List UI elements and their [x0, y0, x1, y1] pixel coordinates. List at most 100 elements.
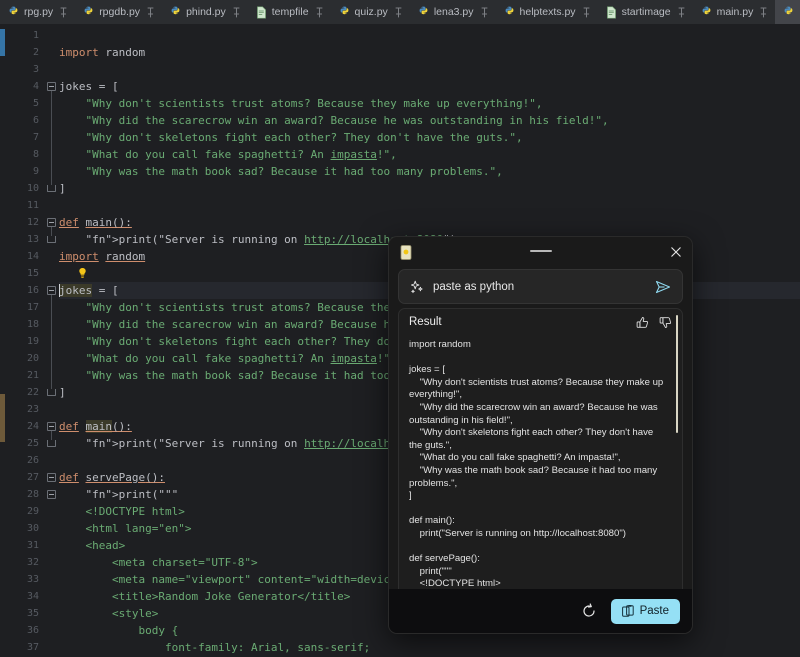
- fold-region-line: [51, 227, 52, 236]
- line-number: 16: [5, 282, 39, 299]
- fold-toggle-icon[interactable]: [47, 286, 56, 295]
- code-line[interactable]: import random: [59, 248, 145, 265]
- code-line[interactable]: ]: [59, 384, 66, 401]
- code-line[interactable]: "Why did the scarecrow win an award? Bec…: [59, 112, 609, 129]
- pin-icon[interactable]: [59, 7, 68, 18]
- fold-toggle-icon[interactable]: [47, 422, 56, 431]
- popup-title-bar[interactable]: [389, 237, 692, 267]
- result-scrollbar[interactable]: [676, 315, 678, 433]
- editor-tab-bar: rpg.pyrpgdb.pyphind.py tempfile quiz.pylen…: [0, 0, 800, 25]
- code-line[interactable]: "What do you call fake spaghetti? An imp…: [59, 146, 397, 163]
- thumbs-down-icon[interactable]: [659, 316, 672, 329]
- pin-icon[interactable]: [394, 7, 403, 18]
- code-line[interactable]: "Why don't scientists trust atoms? Becau…: [59, 95, 542, 112]
- code-line[interactable]: <html lang="en">: [59, 520, 191, 537]
- advanced-paste-popup[interactable]: paste as python Result import random jok…: [388, 236, 693, 634]
- line-number: 23: [5, 401, 39, 418]
- fold-toggle-icon[interactable]: [47, 473, 56, 482]
- editor-tab-label: startimage: [622, 0, 671, 24]
- line-number: 12: [5, 214, 39, 231]
- code-line[interactable]: <title>Random Joke Generator</title>: [59, 588, 350, 605]
- line-number: 35: [5, 605, 39, 622]
- code-line[interactable]: jokes = [: [59, 78, 119, 95]
- result-body-text: import random jokes = [ "Why don't scien…: [399, 335, 682, 597]
- pin-icon[interactable]: [146, 7, 155, 18]
- code-line[interactable]: font-family: Arial, sans-serif;: [59, 639, 370, 656]
- pin-icon[interactable]: [759, 7, 768, 18]
- code-line[interactable]: <style>: [59, 605, 158, 622]
- code-line[interactable]: def main():: [59, 214, 132, 231]
- line-number: 3: [5, 61, 39, 78]
- code-folding-column[interactable]: [45, 24, 59, 657]
- line-number: 29: [5, 503, 39, 520]
- code-line[interactable]: import random: [59, 44, 145, 61]
- close-icon[interactable]: [669, 245, 683, 259]
- popup-action-bar: Paste: [389, 589, 692, 633]
- code-line[interactable]: <head>: [59, 537, 125, 554]
- line-number: 10: [5, 180, 39, 197]
- editor-tab-label: tempfile: [272, 0, 309, 24]
- line-number: 20: [5, 350, 39, 367]
- code-line[interactable]: body {: [59, 622, 178, 639]
- code-line[interactable]: "Why don't scientists trust atoms? Becau…: [59, 299, 410, 316]
- refresh-icon[interactable]: [581, 603, 597, 619]
- code-line[interactable]: "Why was the math book sad? Because it h…: [59, 163, 503, 180]
- code-line[interactable]: "Why was the math book sad? Because it h…: [59, 367, 410, 384]
- pin-icon[interactable]: [582, 7, 591, 18]
- fold-end-marker[interactable]: [47, 185, 56, 192]
- pin-icon[interactable]: [315, 7, 324, 18]
- fold-toggle-icon[interactable]: [47, 490, 56, 499]
- line-number: 25: [5, 435, 39, 452]
- lightbulb-icon[interactable]: [77, 267, 88, 280]
- code-line[interactable]: def main():: [59, 418, 132, 435]
- fold-toggle-icon[interactable]: [47, 218, 56, 227]
- python-file-icon: [701, 6, 712, 19]
- editor-tab-rpg-py[interactable]: rpg.py: [0, 0, 75, 24]
- note-file-icon: [400, 245, 413, 260]
- editor-tab-quiz-py[interactable]: quiz.py: [331, 0, 410, 24]
- code-line[interactable]: "What do you call fake spaghetti? An imp…: [59, 350, 397, 367]
- prompt-text[interactable]: paste as python: [433, 281, 646, 293]
- editor-tab-tempfile[interactable]: tempfile: [248, 0, 331, 24]
- code-line[interactable]: def servePage():: [59, 469, 165, 486]
- editor-tab-main-py[interactable]: main.py: [693, 0, 776, 24]
- code-line[interactable]: <meta name="viewport" content="width=dev…: [59, 571, 423, 588]
- line-number: 24: [5, 418, 39, 435]
- thumbs-up-icon[interactable]: [636, 316, 649, 329]
- minimize-button[interactable]: [530, 250, 552, 252]
- python-file-icon: [418, 6, 429, 19]
- editor-tab-startimage[interactable]: startimage: [598, 0, 693, 24]
- code-line[interactable]: "Why don't skeletons fight each other? T…: [59, 333, 410, 350]
- python-file-icon: [8, 6, 19, 19]
- code-line[interactable]: jokes = [: [59, 282, 119, 299]
- code-line[interactable]: "Why did the scarecrow win an award? Bec…: [59, 316, 410, 333]
- pin-icon[interactable]: [480, 7, 489, 18]
- python-file-icon: [170, 6, 181, 19]
- fold-end-marker[interactable]: [47, 236, 56, 243]
- code-line[interactable]: "Why don't skeletons fight each other? T…: [59, 129, 523, 146]
- line-number: 21: [5, 367, 39, 384]
- fold-end-marker[interactable]: [47, 389, 56, 396]
- line-number: 33: [5, 571, 39, 588]
- fold-end-marker[interactable]: [47, 440, 56, 447]
- send-arrow-icon[interactable]: [655, 280, 671, 294]
- python-file-icon: [83, 6, 94, 19]
- code-line[interactable]: "fn">print("Server is running on http://…: [59, 435, 443, 452]
- line-number: 30: [5, 520, 39, 537]
- pin-icon[interactable]: [232, 7, 241, 18]
- editor-tab-lena3-py[interactable]: lena3.py: [410, 0, 496, 24]
- editor-tab-helptexts-py[interactable]: helptexts.py: [496, 0, 598, 24]
- editor-tab-phind-py[interactable]: phind.py: [162, 0, 248, 24]
- fold-toggle-icon[interactable]: [47, 82, 56, 91]
- code-line[interactable]: "fn">print(""": [59, 486, 178, 503]
- editor-tab-rpgdb-py[interactable]: rpgdb.py: [75, 0, 162, 24]
- code-line[interactable]: <!DOCTYPE html>: [59, 503, 185, 520]
- line-number: 17: [5, 299, 39, 316]
- prompt-input[interactable]: paste as python: [398, 269, 683, 304]
- code-line[interactable]: <meta charset="UTF-8">: [59, 554, 258, 571]
- editor-tab-label: helptexts.py: [520, 0, 576, 24]
- pin-icon[interactable]: [677, 7, 686, 18]
- paste-button[interactable]: Paste: [611, 599, 680, 624]
- code-line[interactable]: ]: [59, 180, 66, 197]
- editor-tab-powertoys-test-py[interactable]: powertoys test.py: [775, 0, 800, 24]
